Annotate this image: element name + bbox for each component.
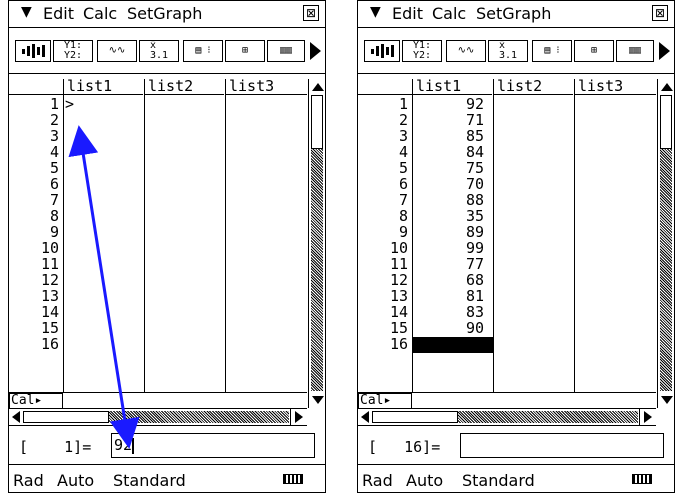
list1-cell[interactable]: 84 <box>414 145 484 160</box>
row-number: 15 <box>389 319 408 337</box>
list1-cell[interactable]: 90 <box>414 321 484 336</box>
status-bar: Rad Auto Standard <box>358 470 674 490</box>
list1-cell[interactable]: 83 <box>414 305 484 320</box>
regression-icon[interactable]: ▤ ⁝ <box>532 40 572 62</box>
entry-cell-label: [ 16]= <box>368 438 441 456</box>
row-number: 14 <box>389 303 408 321</box>
menu-calc[interactable]: Calc <box>432 4 466 23</box>
list1-cell[interactable]: 77 <box>414 257 484 272</box>
selected-cell[interactable] <box>413 337 493 353</box>
row-number: 3 <box>398 127 408 145</box>
row-number: 6 <box>398 175 408 193</box>
list1-cell[interactable]: 70 <box>414 177 484 192</box>
y-equals-icon[interactable]: Y1: Y2: <box>402 40 442 62</box>
status-format[interactable]: Standard <box>462 471 535 490</box>
list1-cell[interactable]: 71 <box>414 113 484 128</box>
menu-dropdown-icon[interactable]: ▼ <box>370 4 381 20</box>
row-header-corner <box>358 79 412 95</box>
status-mode[interactable]: Auto <box>406 471 443 490</box>
row-number: 10 <box>389 239 408 257</box>
row-number: 16 <box>389 335 408 353</box>
column-header-list1[interactable]: list1 <box>412 79 492 95</box>
list1-cell[interactable]: 89 <box>414 225 484 240</box>
close-icon[interactable]: ⊠ <box>652 5 668 21</box>
row-number: 13 <box>389 287 408 305</box>
list1-cell[interactable]: 88 <box>414 193 484 208</box>
row-number: 2 <box>398 111 408 129</box>
list1-cell[interactable]: 35 <box>414 209 484 224</box>
cal-button[interactable]: Cal▸ <box>358 393 412 409</box>
list1-cell[interactable]: 75 <box>414 161 484 176</box>
scroll-down-icon[interactable] <box>661 396 673 404</box>
calculator-screen-left: ▼ Edit Calc SetGraph ⊠ Y1: Y2: ∿∿ x̄ 3.1 ▤… <box>8 0 326 493</box>
list-grid: list1 list2 list3 1 2 3 4 5 6 7 8 9 10 1… <box>358 79 656 410</box>
toolbar: Y1: Y2: ∿∿ x̄ 3.1 ▤ ⁝ ⊞ ▥▥ <box>358 28 674 74</box>
menu-setgraph[interactable]: SetGraph <box>476 4 551 23</box>
row-number: 4 <box>398 143 408 161</box>
status-angle[interactable]: Rad <box>362 471 393 490</box>
battery-icon <box>632 474 652 484</box>
list1-cell[interactable]: 85 <box>414 129 484 144</box>
row-number: 11 <box>389 255 408 273</box>
scroll-thumb[interactable] <box>660 95 672 149</box>
entry-field[interactable] <box>460 433 664 458</box>
list1-cell[interactable]: 81 <box>414 289 484 304</box>
scroll-right-icon[interactable] <box>644 411 652 423</box>
scroll-left-icon[interactable] <box>361 411 369 423</box>
toolbar-more-icon[interactable] <box>659 42 670 60</box>
horizontal-scrollbar[interactable] <box>358 408 656 426</box>
row-number: 1 <box>398 95 408 113</box>
list1-cell[interactable]: 68 <box>414 273 484 288</box>
entry-line: [ 16]= <box>358 428 674 465</box>
calculator-screen-right: ▼ Edit Calc SetGraph ⊠ Y1: Y2: ∿∿ x̄ 3.1 ▤… <box>357 0 675 493</box>
list-icon[interactable]: ▥▥ <box>616 40 654 62</box>
menu-bar: ▼ Edit Calc SetGraph ⊠ <box>358 1 674 28</box>
list1-cell[interactable]: 92 <box>414 97 484 112</box>
row-number: 12 <box>389 271 408 289</box>
list1-cell[interactable]: 99 <box>414 241 484 256</box>
scroll-thumb[interactable] <box>372 411 458 423</box>
stat-calc-icon[interactable]: ∿∿ <box>446 40 486 62</box>
vertical-scrollbar[interactable] <box>657 79 674 408</box>
row-number: 9 <box>398 223 408 241</box>
annotation-arrow <box>68 125 140 449</box>
column-header-list2[interactable]: list2 <box>493 79 573 95</box>
menu-edit[interactable]: Edit <box>392 4 423 23</box>
stat-summary-icon[interactable]: x̄ 3.1 <box>488 40 528 62</box>
row-number: 8 <box>398 207 408 225</box>
scroll-up-icon[interactable] <box>661 83 673 91</box>
graph-icon[interactable] <box>364 40 400 62</box>
column-header-list3[interactable]: list3 <box>574 79 656 95</box>
window-icon[interactable]: ⊞ <box>574 40 614 62</box>
row-number: 7 <box>398 191 408 209</box>
row-number: 5 <box>398 159 408 177</box>
